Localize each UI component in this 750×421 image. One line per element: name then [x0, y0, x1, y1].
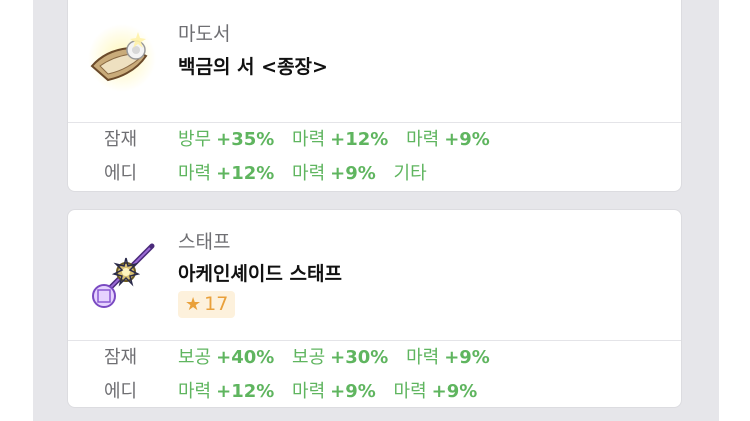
row-label: 에디	[104, 163, 138, 184]
star-icon: ★	[185, 294, 202, 315]
option: 마력 +12%	[292, 129, 389, 150]
scroll-book-icon	[86, 22, 158, 94]
item-name: 아케인셰이드 스태프	[178, 263, 342, 285]
option: 마력 +12%	[178, 163, 275, 184]
option: 기타	[393, 163, 427, 184]
additional-row: 에디 마력 +12% 마력 +9% 마력 +9%	[68, 375, 681, 407]
card-header: 스태프 아케인셰이드 스태프 ★ 17	[68, 210, 681, 340]
star-force-value: 17	[204, 293, 229, 315]
option: 마력 +9%	[292, 381, 376, 402]
item-category: 스태프	[178, 231, 231, 253]
equipment-card[interactable]: 스태프 아케인셰이드 스태프 ★ 17 잠재 보공 +40% 보공 +30% 마력 +9…	[68, 210, 681, 407]
option: 방무 +35%	[178, 129, 275, 150]
row-label: 잠재	[104, 347, 138, 368]
option: 마력 +9%	[406, 129, 490, 150]
option: 마력 +12%	[178, 381, 275, 402]
additional-row: 에디 마력 +12% 마력 +9% 기타	[68, 157, 681, 191]
item-category: 마도서	[178, 23, 231, 45]
potential-row: 잠재 방무 +35% 마력 +12% 마력 +9%	[68, 123, 681, 157]
item-name: 백금의 서 <종장>	[178, 56, 328, 78]
equipment-card[interactable]: 마도서 백금의 서 <종장> 잠재 방무 +35% 마력 +12% 마력 +9% 에디…	[68, 0, 681, 191]
staff-icon	[86, 240, 158, 312]
option: 마력 +9%	[292, 163, 376, 184]
row-label: 에디	[104, 381, 138, 402]
potential-row: 잠재 보공 +40% 보공 +30% 마력 +9%	[68, 341, 681, 375]
star-force-badge: ★ 17	[178, 291, 236, 318]
option: 마력 +9%	[393, 381, 478, 402]
option: 마력 +9%	[406, 347, 490, 368]
row-label: 잠재	[104, 129, 138, 150]
option: 보공 +40%	[178, 347, 275, 368]
option: 보공 +30%	[292, 347, 389, 368]
card-header: 마도서 백금의 서 <종장>	[68, 0, 681, 122]
